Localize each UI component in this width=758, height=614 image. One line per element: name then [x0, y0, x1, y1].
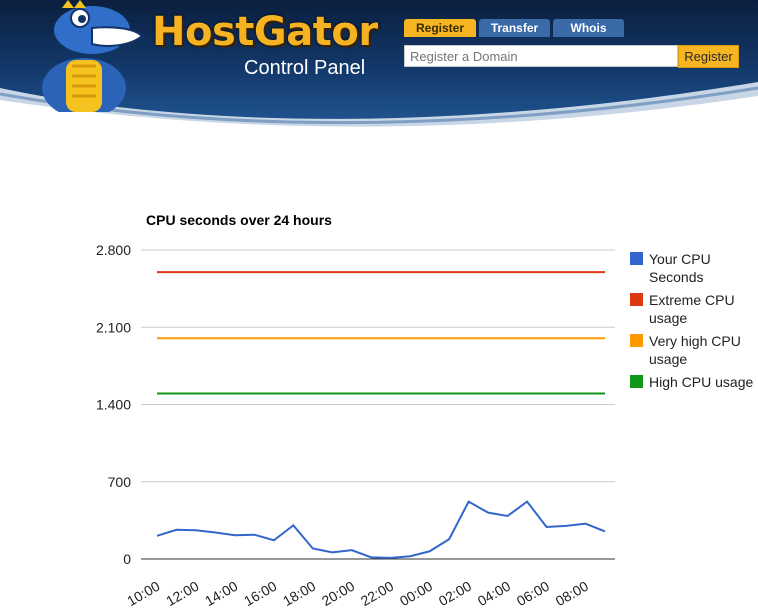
- x-tick-label: 00:00: [397, 578, 436, 609]
- x-tick-label: 08:00: [553, 578, 592, 609]
- x-tick-label: 22:00: [358, 578, 397, 609]
- y-tick-label: 2.800: [96, 242, 131, 258]
- legend-swatch: [630, 334, 643, 347]
- legend-item: Very high CPU usage: [630, 332, 755, 368]
- series-line-your-cpu-seconds: [156, 500, 606, 559]
- x-tick-label: 10:00: [124, 578, 163, 609]
- x-tick-label: 04:00: [475, 578, 514, 609]
- tab-register[interactable]: Register: [404, 19, 476, 37]
- brand-name: HostGator: [152, 9, 378, 55]
- y-tick-label: 1.400: [96, 397, 131, 413]
- y-tick-label: 2.100: [96, 319, 131, 335]
- legend-label: High CPU usage: [649, 374, 754, 390]
- legend-swatch: [630, 293, 643, 306]
- domain-search-input[interactable]: [404, 45, 678, 67]
- x-tick-label: 14:00: [202, 578, 241, 609]
- header-banner: HostGator Control Panel Register Transfe…: [0, 0, 758, 146]
- legend-label: Extreme CPU usage: [649, 292, 735, 326]
- legend-item: Extreme CPU usage: [630, 291, 755, 327]
- x-tick-label: 16:00: [241, 578, 280, 609]
- register-button[interactable]: Register: [678, 45, 739, 68]
- legend-label: Your CPU Seconds: [649, 251, 711, 285]
- gator-mascot-logo: [42, 0, 144, 112]
- x-tick-label: 06:00: [514, 578, 553, 609]
- cpu-chart: CPU seconds over 24 hours 0 700 1.400 2.100…: [0, 146, 758, 614]
- tab-whois[interactable]: Whois: [553, 19, 624, 37]
- x-tick-label: 02:00: [436, 578, 475, 609]
- tab-transfer[interactable]: Transfer: [479, 19, 550, 37]
- legend-item: High CPU usage: [630, 373, 755, 391]
- x-tick-label: 12:00: [163, 578, 202, 609]
- y-tick-label: 700: [108, 474, 132, 490]
- x-tick-label: 18:00: [280, 578, 319, 609]
- brand-logo-text: HostGator Control Panel: [152, 8, 378, 79]
- y-tick-label: 0: [123, 551, 131, 567]
- chart-legend: Your CPU Seconds Extreme CPU usage Very hi…: [630, 250, 755, 396]
- legend-label: Very high CPU usage: [649, 333, 741, 367]
- legend-swatch: [630, 375, 643, 388]
- legend-item: Your CPU Seconds: [630, 250, 755, 286]
- x-tick-label: 20:00: [319, 578, 358, 609]
- brand-subtitle: Control Panel: [244, 57, 366, 79]
- legend-swatch: [630, 252, 643, 265]
- domain-tabs: Register Transfer Whois: [404, 19, 624, 37]
